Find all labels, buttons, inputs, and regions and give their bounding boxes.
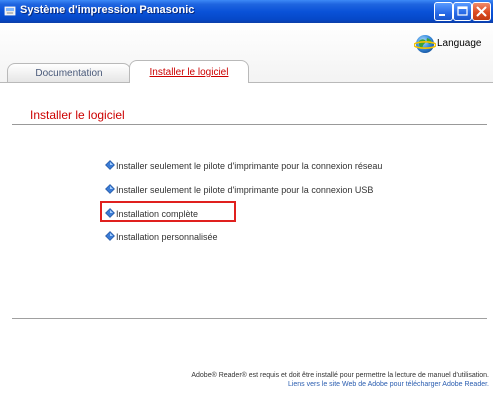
option-usb-driver[interactable]: Installer seulement le pilote d'impriman… <box>105 183 373 197</box>
printer-app-icon <box>4 6 16 16</box>
highlight-box <box>100 201 236 222</box>
option-label: Installer seulement le pilote d'impriman… <box>116 161 383 171</box>
title-bar[interactable]: Système d'impression Panasonic <box>0 0 493 23</box>
installer-window: Système d'impression Panasonic Language … <box>0 0 493 394</box>
option-label: Installation personnalisée <box>116 232 218 242</box>
diamond-bullet-icon <box>105 160 115 170</box>
title-divider <box>12 124 487 125</box>
close-button[interactable] <box>472 2 491 21</box>
maximize-button[interactable] <box>453 2 472 21</box>
window-title: Système d'impression Panasonic <box>20 4 195 16</box>
header: Language Documentation Installer le logi… <box>0 23 493 83</box>
close-icon <box>476 6 487 17</box>
diamond-bullet-icon <box>105 231 115 241</box>
tab-documentation[interactable]: Documentation <box>7 63 131 83</box>
language-link[interactable]: Language <box>437 38 482 49</box>
minimize-icon <box>439 14 445 16</box>
footer-divider <box>12 318 487 319</box>
option-custom-install[interactable]: Installation personnalisée <box>105 230 218 244</box>
minimize-button[interactable] <box>434 2 453 21</box>
diamond-bullet-icon <box>105 184 115 194</box>
option-network-driver[interactable]: Installer seulement le pilote d'impriman… <box>105 159 382 173</box>
page-title: Installer le logiciel <box>30 108 125 122</box>
option-label: Installer seulement le pilote d'impriman… <box>116 185 374 195</box>
adobe-download-link[interactable]: Liens vers le site Web de Adobe pour tél… <box>288 381 489 388</box>
tab-install-software[interactable]: Installer le logiciel <box>129 60 249 83</box>
adobe-reader-notice: Adobe® Reader® est requis et doit être i… <box>191 372 489 379</box>
globe-icon[interactable] <box>414 33 436 55</box>
maximize-icon <box>457 6 468 16</box>
